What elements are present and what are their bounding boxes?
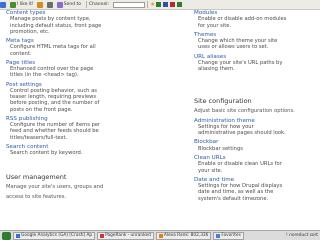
star-icon[interactable]: ★ bbox=[150, 1, 155, 8]
channel-label: Channel: bbox=[89, 2, 110, 7]
item-description: Search content by keyword. bbox=[10, 150, 83, 157]
site-configuration-heading: Site configuration bbox=[194, 97, 252, 106]
send-to-label: Send to bbox=[63, 2, 82, 7]
administration-theme-item: Administration theme Settings for how yo… bbox=[194, 118, 318, 137]
taskbar-item-favorites[interactable]: Favorites bbox=[213, 231, 244, 240]
item-description: posts on the front page. bbox=[10, 106, 73, 113]
item-description: administrative pages should look. bbox=[198, 130, 286, 137]
taskbar-item-analytics[interactable]: Google Analytics (GA) [Crash] Ap bbox=[13, 231, 96, 240]
alert-icon[interactable] bbox=[170, 2, 176, 7]
browser-icon bbox=[16, 233, 20, 238]
checkmark-icon bbox=[46, 1, 53, 8]
item-description: promotion, etc. bbox=[10, 28, 50, 35]
section-description: Manage your site's users, groups and bbox=[6, 184, 104, 191]
toolbar-divider bbox=[86, 1, 88, 8]
task-label: Alexa Rank: 802,336 bbox=[163, 233, 209, 238]
url-aliases-item: URL aliases Change your site's URL paths… bbox=[194, 54, 318, 73]
item-description: titles/teasers/full-text. bbox=[10, 134, 68, 141]
section-description: Adjust basic site configuration options. bbox=[194, 108, 295, 115]
left-column: Content types Manage posts by content ty… bbox=[6, 10, 190, 203]
section-description: access to site features. bbox=[6, 193, 67, 200]
send-to-button[interactable]: Send to bbox=[56, 1, 82, 9]
check-button[interactable] bbox=[46, 1, 54, 9]
clean-urls-item: Clean URLs Enable or disable clean URLs … bbox=[194, 155, 318, 174]
stats-icon[interactable] bbox=[163, 2, 169, 7]
channel-input[interactable] bbox=[113, 1, 146, 8]
task-label: Google Analytics (GA) [Crash] Ap bbox=[21, 233, 93, 238]
thumbs-up-icon bbox=[10, 1, 16, 8]
task-label: PageRank - unranked bbox=[105, 233, 151, 238]
search-content-item: Search content Search content by keyword… bbox=[6, 144, 190, 157]
item-description: system's default timezone. bbox=[198, 195, 269, 202]
like-label: I like it! bbox=[17, 2, 34, 7]
taskbar-item-alexa[interactable]: Alexa Rank: 802,336 bbox=[155, 231, 212, 240]
start-button-icon[interactable] bbox=[2, 231, 11, 240]
taskbar: Google Analytics (GA) [Crash] Ap PageRan… bbox=[0, 230, 320, 240]
item-description: aliasing them. bbox=[198, 66, 235, 73]
browser-toolbar: I like it! Send to Channel: ★ bbox=[0, 0, 320, 10]
themes-item: Themes Change which theme your site uses… bbox=[194, 32, 318, 51]
item-description: content. bbox=[10, 50, 32, 57]
send-icon bbox=[56, 1, 63, 8]
item-description: titles (in the <head> tag). bbox=[10, 72, 79, 79]
pdf-icon bbox=[100, 233, 105, 238]
google-icon bbox=[0, 1, 6, 8]
rss-publishing-item: RSS publishing Configure the number of i… bbox=[6, 116, 190, 141]
content-types-item: Content types Manage posts by content ty… bbox=[6, 10, 190, 35]
like-button[interactable]: I like it! bbox=[10, 1, 34, 9]
item-description: for your site. bbox=[198, 22, 232, 29]
modules-item: Modules Enable or disable add-on modules… bbox=[194, 10, 318, 29]
favorites-icon bbox=[216, 233, 221, 238]
item-description: uses or allows users to set. bbox=[198, 44, 269, 51]
toolbar-divider bbox=[147, 1, 149, 8]
page-titles-item: Page titles Enhanced control over the pa… bbox=[6, 60, 190, 79]
meta-tags-item: Meta tags Configure HTML meta tags for a… bbox=[6, 38, 190, 57]
system-tray: ! noreduct sort bbox=[286, 233, 318, 238]
tool-icon[interactable] bbox=[177, 2, 183, 7]
pagerank-icon[interactable] bbox=[156, 2, 162, 7]
post-settings-item: Post settings Control posting behavior, … bbox=[6, 82, 190, 113]
taskbar-item-pagerank[interactable]: PageRank - unranked bbox=[97, 231, 154, 240]
alexa-icon bbox=[158, 233, 163, 238]
date-and-time-item: Date and time Settings for how Drupal di… bbox=[194, 177, 318, 202]
item-description: Blockbar settings bbox=[198, 145, 243, 152]
share-icon bbox=[36, 1, 43, 8]
item-description: your site. bbox=[198, 167, 223, 174]
blockbar-item: Blockbar Blockbar settings bbox=[194, 139, 318, 152]
right-column: Modules Enable or disable add-on modules… bbox=[194, 10, 318, 205]
share-button[interactable] bbox=[36, 1, 44, 9]
user-management-heading: User management bbox=[6, 173, 67, 182]
google-toolbar-button[interactable] bbox=[0, 1, 7, 9]
task-label: Favorites bbox=[221, 233, 241, 238]
